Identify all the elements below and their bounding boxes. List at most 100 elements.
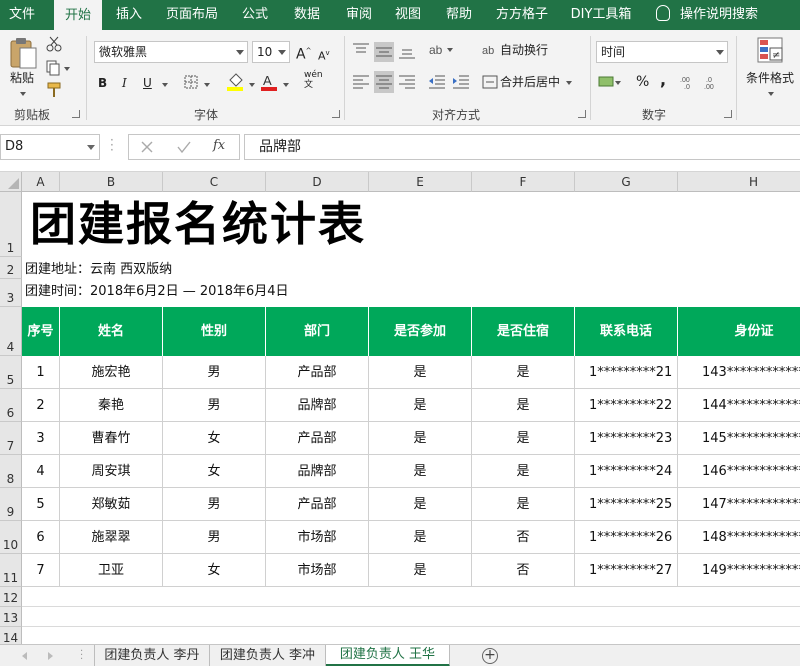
department-cell[interactable]: 产品部 [266,422,369,455]
paste-dropdown-icon[interactable] [20,92,26,96]
tab-diy-toolbox[interactable]: DIY工具箱 [568,0,634,30]
worksheet-grid[interactable]: A B C D E F G H 1 2 3 4 5 6 7 8 9 10 11 … [0,172,800,644]
name-box[interactable]: D8 [0,134,100,160]
tab-formulas[interactable]: 公式 [234,0,276,30]
row-header[interactable]: 11 [0,554,22,587]
seq-cell[interactable]: 1 [22,356,60,389]
scroll-tabs-right-icon[interactable] [48,652,53,660]
lodging-cell[interactable]: 否 [472,521,575,554]
id-card-cell[interactable]: 149************** [678,554,800,587]
gender-cell[interactable]: 男 [163,521,266,554]
decrease-indent-icon[interactable] [428,74,446,90]
table-header-cell[interactable]: 联系电话 [575,307,678,356]
attend-cell[interactable]: 是 [369,554,472,587]
department-cell[interactable]: 市场部 [266,521,369,554]
tab-page-layout[interactable]: 页面布局 [160,0,224,30]
column-header-d[interactable]: D [266,172,369,192]
name-cell[interactable]: 秦艳 [60,389,163,422]
department-cell[interactable]: 产品部 [266,488,369,521]
table-header-cell[interactable]: 部门 [266,307,369,356]
gender-cell[interactable]: 女 [163,455,266,488]
insert-function-icon[interactable]: fx [213,138,225,153]
lodging-cell[interactable]: 是 [472,455,575,488]
column-header-h[interactable]: H [678,172,800,192]
gender-cell[interactable]: 女 [163,554,266,587]
paste-icon[interactable] [8,36,38,70]
borders-dropdown-icon[interactable] [204,83,210,87]
seq-cell[interactable]: 6 [22,521,60,554]
conditional-format-button[interactable]: 条件格式 [746,68,794,90]
table-header-cell[interactable]: 序号 [22,307,60,356]
comma-button[interactable]: , [660,70,666,92]
name-cell[interactable]: 卫亚 [60,554,163,587]
column-header-e[interactable]: E [369,172,472,192]
clipboard-launcher-icon[interactable] [72,110,80,118]
alignment-launcher-icon[interactable] [578,110,586,118]
table-header-cell[interactable]: 是否参加 [369,307,472,356]
phone-cell[interactable]: 1*********25 [575,488,678,521]
id-card-cell[interactable]: 144************** [678,389,800,422]
select-all-corner[interactable] [0,172,22,192]
align-center-icon[interactable] [374,71,394,93]
lodging-cell[interactable]: 是 [472,389,575,422]
scroll-tabs-left-icon[interactable] [22,652,27,660]
sheet-tab-active[interactable]: 团建负责人 王华 [326,645,450,666]
lodging-cell[interactable]: 是 [472,422,575,455]
format-painter-icon[interactable] [46,82,64,98]
attend-cell[interactable]: 是 [369,488,472,521]
wrap-text-icon[interactable]: ab [482,42,498,58]
row-header[interactable]: 6 [0,389,22,422]
tab-data[interactable]: 数据 [286,0,328,30]
table-header-cell[interactable]: 性别 [163,307,266,356]
formula-input[interactable]: 品牌部 [244,134,800,160]
conditional-format-dropdown-icon[interactable] [768,92,774,96]
conditional-format-icon[interactable]: ≠ [756,36,784,66]
enter-icon[interactable] [177,141,191,153]
gender-cell[interactable]: 男 [163,356,266,389]
id-card-cell[interactable]: 148************** [678,521,800,554]
decrease-decimal-icon[interactable]: .0.00 [704,74,722,90]
bold-button[interactable]: B [98,73,107,95]
number-format-select[interactable]: 时间 [596,41,728,63]
tab-file[interactable]: 文件 [0,0,44,30]
increase-decimal-icon[interactable]: .00.0 [680,74,698,90]
name-cell[interactable]: 曹春竹 [60,422,163,455]
cut-icon[interactable] [46,36,62,52]
gender-cell[interactable]: 男 [163,389,266,422]
phone-cell[interactable]: 1*********27 [575,554,678,587]
wrap-text-button[interactable]: 自动换行 [500,40,548,62]
row-header[interactable]: 5 [0,356,22,389]
phone-cell[interactable]: 1*********23 [575,422,678,455]
lodging-cell[interactable]: 否 [472,554,575,587]
sheet-tab[interactable]: 团建负责人 李丹 [94,645,210,666]
increase-font-icon[interactable]: A^ [296,41,311,63]
fill-color-icon[interactable] [226,72,244,92]
row-header[interactable]: 10 [0,521,22,554]
seq-cell[interactable]: 2 [22,389,60,422]
row-header[interactable]: 4 [0,307,22,356]
phone-cell[interactable]: 1*********26 [575,521,678,554]
team-building-time[interactable]: 团建时间：2018年6月2日 — 2018年6月4日 [25,281,289,302]
attend-cell[interactable]: 是 [369,389,472,422]
font-name-select[interactable]: 微软雅黑 [94,41,248,63]
tab-help[interactable]: 帮助 [440,0,478,30]
lodging-cell[interactable]: 是 [472,356,575,389]
number-launcher-icon[interactable] [724,110,732,118]
team-building-address[interactable]: 团建地址：云南 西双版纳 [25,259,172,280]
row-header[interactable]: 14 [0,627,22,644]
phone-cell[interactable]: 1*********22 [575,389,678,422]
align-right-icon[interactable] [398,74,416,90]
column-header-f[interactable]: F [472,172,575,192]
row-header[interactable]: 7 [0,422,22,455]
gender-cell[interactable]: 男 [163,488,266,521]
attend-cell[interactable]: 是 [369,521,472,554]
id-card-cell[interactable]: 145************** [678,422,800,455]
paste-button[interactable]: 粘贴 [10,68,34,90]
id-card-cell[interactable]: 147************** [678,488,800,521]
name-cell[interactable]: 郑敏茹 [60,488,163,521]
department-cell[interactable]: 产品部 [266,356,369,389]
name-cell[interactable]: 施翠翠 [60,521,163,554]
row-header[interactable]: 13 [0,607,22,627]
row-header[interactable]: 3 [0,279,22,307]
seq-cell[interactable]: 5 [22,488,60,521]
